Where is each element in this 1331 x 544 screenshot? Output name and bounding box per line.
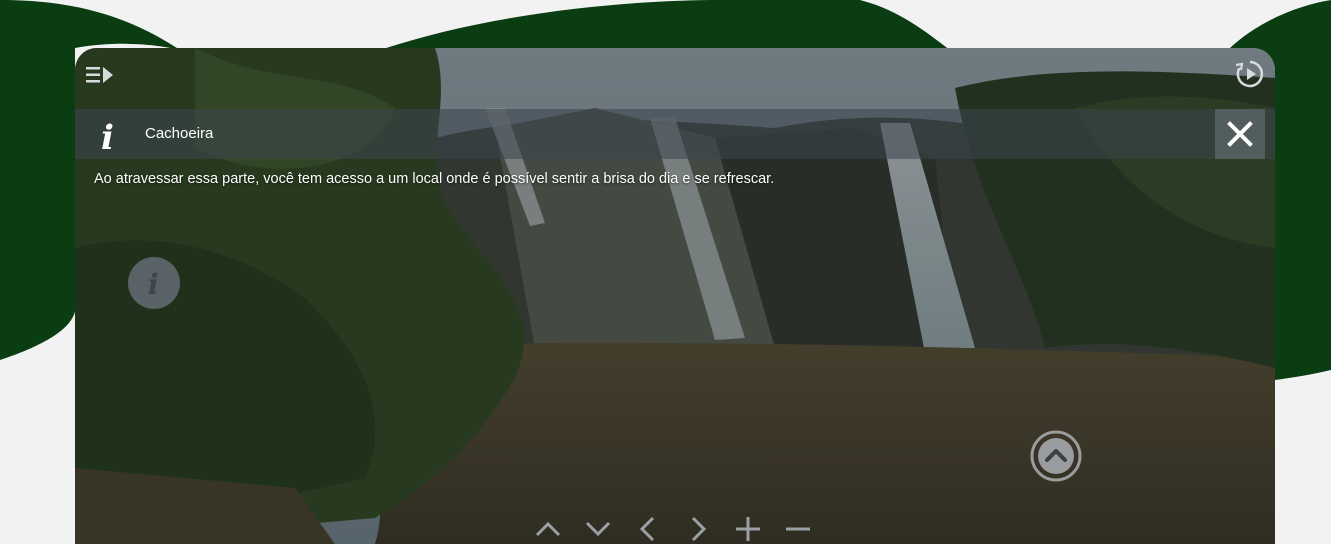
zoom-out-icon <box>786 527 810 531</box>
chevron-right-icon <box>691 516 707 542</box>
zoom-in-icon <box>736 517 760 541</box>
close-icon <box>1227 121 1253 147</box>
autoplay-button[interactable] <box>1235 59 1265 89</box>
chevron-up-icon <box>535 521 561 537</box>
menu-list-icon <box>86 67 113 83</box>
panorama-viewer[interactable]: i Cachoeira Ao atravessar essa parte, vo… <box>75 48 1275 544</box>
info-hotspot[interactable]: i <box>128 257 180 309</box>
chevron-down-icon <box>585 521 611 537</box>
info-panel-description: Ao atravessar essa parte, você tem acess… <box>94 171 775 187</box>
info-hotspot-icon: i <box>148 268 159 298</box>
svg-text:i: i <box>148 268 159 298</box>
info-icon: i <box>89 115 129 158</box>
view-controls <box>530 514 816 544</box>
svg-text:i: i <box>101 118 114 155</box>
look-up-button[interactable] <box>530 514 566 544</box>
info-panel-header: i Cachoeira <box>75 109 1275 159</box>
chevron-left-icon <box>639 516 655 542</box>
zoom-in-button[interactable] <box>730 514 766 544</box>
navigate-hotspot[interactable] <box>1029 429 1083 483</box>
zoom-out-button[interactable] <box>780 514 816 544</box>
look-right-button[interactable] <box>680 514 716 544</box>
navigate-up-icon <box>1030 430 1082 482</box>
look-down-button[interactable] <box>580 514 616 544</box>
menu-toggle-button[interactable] <box>85 60 115 90</box>
look-left-button[interactable] <box>630 514 666 544</box>
autoplay-icon <box>1235 60 1264 88</box>
info-panel-title: Cachoeira <box>145 125 214 142</box>
close-button[interactable] <box>1215 109 1265 159</box>
